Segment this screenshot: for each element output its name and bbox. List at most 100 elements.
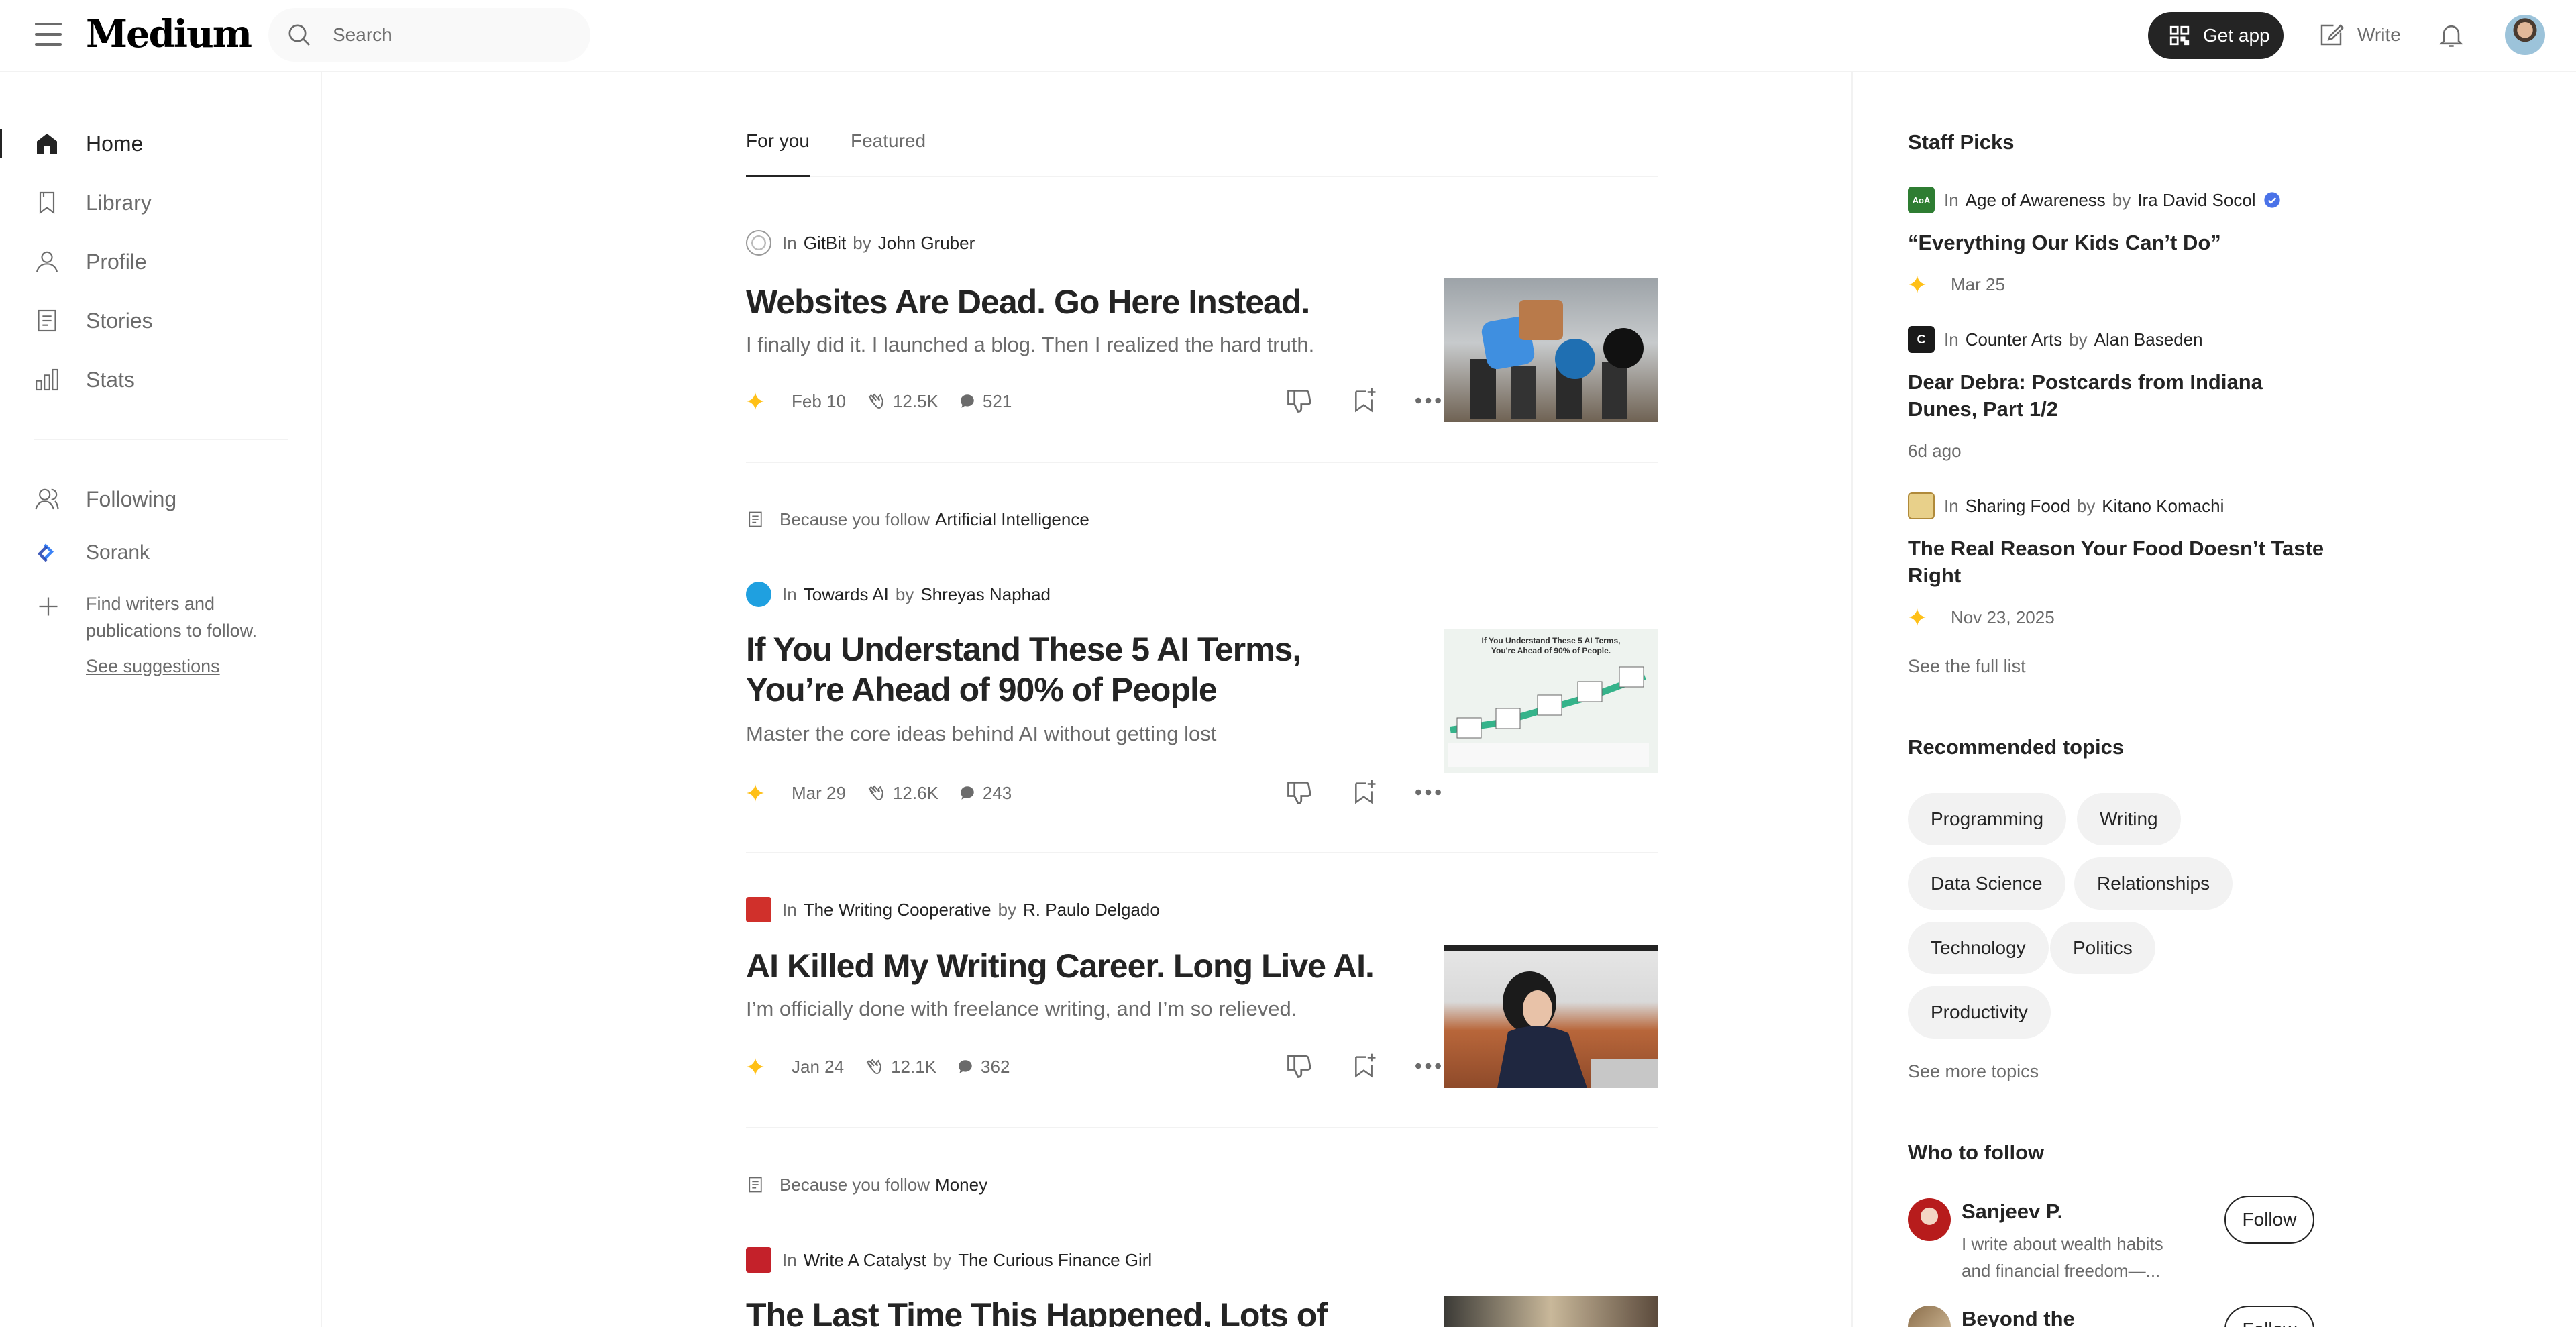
publication-link[interactable]: The Writing Cooperative [804, 900, 991, 920]
save-button[interactable] [1347, 776, 1381, 809]
article-thumbnail[interactable] [1444, 278, 1658, 422]
comment-count[interactable]: 243 [959, 783, 1012, 804]
save-button[interactable] [1347, 384, 1381, 417]
topic-chip[interactable]: Writing [2077, 793, 2181, 845]
article-subtitle: I’m officially done with freelance writi… [746, 997, 1297, 1020]
author-link[interactable]: John Gruber [878, 233, 975, 254]
member-only-sparkle-icon [747, 1058, 764, 1075]
publication-link[interactable]: GitBit [804, 233, 847, 254]
publication-link[interactable]: Write A Catalyst [804, 1250, 926, 1271]
pick-byline: C In Counter Arts by Alan Baseden [1908, 326, 2210, 353]
article-title[interactable]: AI Killed My Writing Career. Long Live A… [746, 946, 1383, 986]
author-link[interactable]: Shreyas Naphad [920, 584, 1051, 605]
sidebar-item-following[interactable]: Following [0, 475, 321, 523]
publication-link[interactable]: Sharing Food [1966, 496, 2070, 517]
topic-chip[interactable]: Politics [2050, 922, 2155, 974]
user-avatar[interactable] [2505, 15, 2545, 55]
publication-link[interactable]: Counter Arts [1966, 329, 2063, 350]
publication-link[interactable]: Age of Awareness [1966, 190, 2106, 211]
in-label: In [782, 584, 797, 604]
get-app-label: Get app [2203, 25, 2270, 46]
pick-byline: AoA In Age of Awareness by Ira David Soc… [1908, 187, 2282, 213]
sidebar-item-library[interactable]: Library [0, 178, 321, 227]
more-options-button[interactable] [1411, 384, 1445, 417]
sidebar-item-stories[interactable]: Stories [0, 297, 321, 345]
topic-chip[interactable]: Programming [1908, 793, 2067, 845]
bookmark-add-icon [1355, 388, 1376, 413]
because-label: Because you follow [780, 509, 930, 529]
more-horizontal-icon [1415, 397, 1441, 404]
get-app-button[interactable]: Get app [2148, 12, 2284, 59]
in-label: In [1944, 329, 1959, 350]
writer-avatar[interactable] [1908, 1306, 1951, 1327]
comment-count[interactable]: 521 [959, 391, 1012, 412]
by-label: by [998, 899, 1017, 920]
article-thumbnail[interactable]: If You Understand These 5 AI Terms, You'… [1444, 629, 1658, 773]
sidebar-item-stats[interactable]: Stats [0, 356, 321, 404]
pick-title[interactable]: Dear Debra: Postcards from Indiana Dunes… [1908, 369, 2337, 423]
article-title[interactable]: If You Understand These 5 AI Terms, You’… [746, 629, 1383, 710]
see-full-list-link[interactable]: See the full list [1908, 656, 2026, 677]
thumbnail-image [1448, 666, 1649, 767]
pick-title[interactable]: “Everything Our Kids Can’t Do” [1908, 229, 2337, 256]
author-link[interactable]: Ira David Socol [2137, 190, 2255, 211]
more-options-button[interactable] [1411, 1049, 1445, 1083]
article-thumbnail[interactable] [1444, 945, 1658, 1088]
sidebar-item-label: Stories [86, 308, 153, 333]
search-icon [288, 24, 310, 46]
follow-button[interactable]: Follow [2224, 1306, 2314, 1327]
topic-link[interactable]: Money [935, 1175, 987, 1196]
clap-count-value: 12.5K [892, 390, 938, 411]
search-input[interactable] [333, 8, 574, 62]
more-options-button[interactable] [1411, 776, 1445, 809]
search-bar[interactable] [268, 8, 590, 62]
sidebar-item-home[interactable]: Home [0, 119, 321, 168]
menu-icon[interactable] [35, 23, 62, 46]
show-less-button[interactable] [1283, 776, 1316, 809]
because-you-follow: Because you follow Artificial Intelligen… [746, 506, 1089, 533]
notifications-bell-icon[interactable] [2436, 19, 2466, 51]
medium-logo[interactable]: Medium [86, 12, 252, 56]
see-more-topics-link[interactable]: See more topics [1908, 1061, 2039, 1082]
clap-count[interactable]: 12.1K [864, 1057, 936, 1077]
follow-button[interactable]: Follow [2224, 1196, 2314, 1244]
see-suggestions-link[interactable]: See suggestions [86, 656, 220, 677]
publication-link[interactable]: Towards AI [804, 584, 889, 605]
article-thumbnail[interactable] [1444, 1296, 1658, 1327]
article-title[interactable]: The Last Time This Happened, Lots of [746, 1295, 1383, 1327]
save-button[interactable] [1347, 1049, 1381, 1083]
tab-for-you[interactable]: For you [746, 130, 810, 177]
writer-avatar[interactable] [1908, 1198, 1951, 1241]
pick-title[interactable]: The Real Reason Your Food Doesn’t Taste … [1908, 535, 2337, 589]
clap-count[interactable]: 12.5K [866, 391, 938, 412]
comment-count[interactable]: 362 [957, 1057, 1010, 1077]
topic-link[interactable]: Artificial Intelligence [935, 509, 1089, 530]
writer-name[interactable]: Beyond the [1962, 1307, 2075, 1327]
find-writers-text: Find writers and publications to follow. [86, 594, 258, 641]
topic-chip[interactable]: Productivity [1908, 986, 2051, 1039]
show-less-button[interactable] [1283, 1049, 1316, 1083]
show-less-button[interactable] [1283, 384, 1316, 417]
article-subtitle: Master the core ideas behind AI without … [746, 722, 1217, 745]
comment-icon [959, 1060, 972, 1073]
writer-name[interactable]: Sanjeev P. [1962, 1200, 2063, 1224]
sidebar-item-profile[interactable]: Profile [0, 237, 321, 286]
clap-count[interactable]: 12.6K [866, 783, 938, 804]
write-button[interactable]: Write [2317, 17, 2401, 52]
tab-featured[interactable]: Featured [851, 130, 926, 177]
author-link[interactable]: Alan Baseden [2094, 329, 2203, 350]
topic-chip[interactable]: Technology [1908, 922, 2049, 974]
article-meta: Mar 29 12.6K 243 [746, 780, 1032, 806]
topic-chip[interactable]: Relationships [2074, 857, 2233, 910]
author-link[interactable]: The Curious Finance Girl [958, 1250, 1152, 1271]
sidebar-item-label: Profile [86, 249, 147, 274]
right-sidebar: Staff Picks AoA In Age of Awareness by I… [1851, 72, 2576, 1327]
plus-icon[interactable] [36, 594, 60, 619]
sidebar-item-sorank[interactable]: Sorank [0, 533, 321, 573]
author-link[interactable]: Kitano Komachi [2102, 496, 2224, 517]
topic-chip[interactable]: Data Science [1908, 857, 2065, 910]
because-you-follow: Because you follow Money [746, 1171, 987, 1198]
author-link[interactable]: R. Paulo Delgado [1023, 900, 1160, 920]
member-only-sparkle-icon [1909, 276, 1926, 293]
article-title[interactable]: Websites Are Dead. Go Here Instead. [746, 282, 1383, 322]
